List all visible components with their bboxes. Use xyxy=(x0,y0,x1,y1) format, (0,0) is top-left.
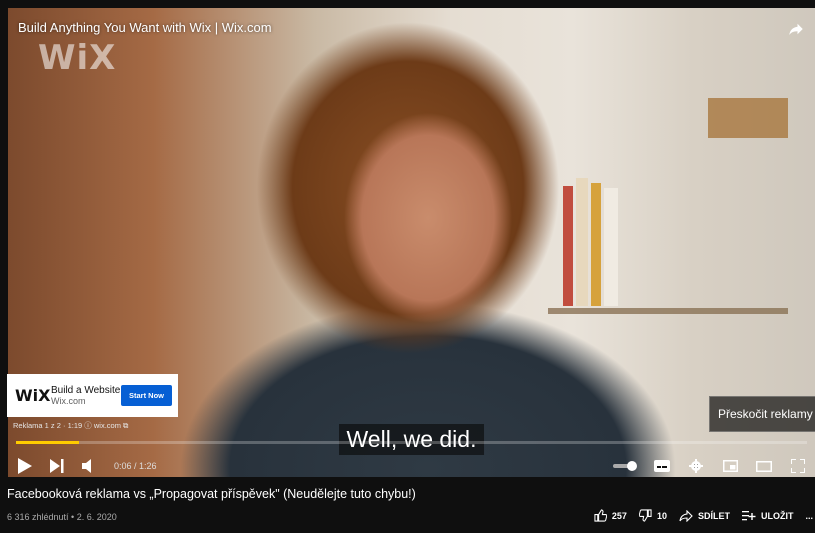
volume-button[interactable] xyxy=(80,457,98,475)
background-book xyxy=(604,188,618,306)
gear-icon xyxy=(689,459,703,473)
ad-logo: WiX xyxy=(15,386,51,405)
ad-start-now-button[interactable]: Start Now xyxy=(120,385,172,406)
captions-button[interactable] xyxy=(653,457,671,475)
player-controls: 0:06 / 1:26 xyxy=(16,451,807,477)
share-icon[interactable] xyxy=(787,20,805,38)
background-book xyxy=(591,183,601,306)
background-book xyxy=(563,186,573,306)
more-actions-button[interactable]: ... xyxy=(805,511,813,521)
play-icon xyxy=(18,458,32,474)
fullscreen-button[interactable] xyxy=(789,457,807,475)
like-count: 257 xyxy=(611,510,627,521)
miniplayer-button[interactable] xyxy=(721,457,739,475)
autoplay-knob xyxy=(627,461,637,471)
time-display: 0:06 / 1:26 xyxy=(114,461,157,471)
progress-bar[interactable] xyxy=(16,441,807,444)
ad-info[interactable]: Reklama 1 z 2 · 1:19 ⓘ wix.com ⧉ xyxy=(13,420,128,431)
background-box xyxy=(708,98,788,138)
thumbs-down-icon xyxy=(638,509,652,522)
skip-ads-button[interactable]: Přeskočit reklamy xyxy=(709,396,815,432)
save-label: ULOŽIT xyxy=(760,510,794,521)
play-button[interactable] xyxy=(16,457,34,475)
thumbs-up-icon xyxy=(594,509,607,522)
ad-title: Build a Website xyxy=(51,384,121,396)
skip-ads-label: Přeskočit reklamy xyxy=(718,407,813,421)
right-controls xyxy=(597,457,807,475)
fullscreen-icon xyxy=(791,459,805,473)
theater-button[interactable] xyxy=(755,457,773,475)
like-button[interactable]: 257 xyxy=(594,509,627,522)
playlist-add-icon xyxy=(741,511,756,521)
ad-text: Build a Website Wix.com xyxy=(51,385,120,407)
autoplay-toggle[interactable] xyxy=(613,461,637,471)
next-icon xyxy=(50,459,64,473)
miniplayer-icon xyxy=(722,460,738,472)
settings-button[interactable] xyxy=(687,457,705,475)
volume-icon xyxy=(82,459,91,473)
next-button[interactable] xyxy=(48,457,66,475)
background-shelf xyxy=(548,308,788,314)
ad-card[interactable]: WiX Build a Website Wix.com Start Now xyxy=(7,374,178,417)
brand-watermark: WiX xyxy=(38,38,117,78)
save-button[interactable]: ULOŽIT xyxy=(741,510,794,521)
share-label: SDÍLET xyxy=(697,510,730,521)
dislike-button[interactable]: 10 xyxy=(638,509,667,522)
video-actions: 257 10 SDÍLET ULOŽIT ... xyxy=(582,509,813,522)
video-title: Facebooková reklama vs „Propagovat přísp… xyxy=(7,487,416,501)
dislike-count: 10 xyxy=(656,510,667,521)
theater-icon xyxy=(756,460,772,472)
share-button[interactable]: SDÍLET xyxy=(679,509,730,522)
ad-url: Wix.com xyxy=(51,396,86,407)
captions-icon xyxy=(654,460,670,472)
video-meta: 6 316 zhlédnutí • 2. 6. 2020 xyxy=(7,512,117,522)
progress-fill xyxy=(16,441,80,444)
overlay-video-title[interactable]: Build Anything You Want with Wix | Wix.c… xyxy=(18,20,272,35)
share-arrow-icon xyxy=(679,509,693,522)
background-book xyxy=(576,178,588,306)
